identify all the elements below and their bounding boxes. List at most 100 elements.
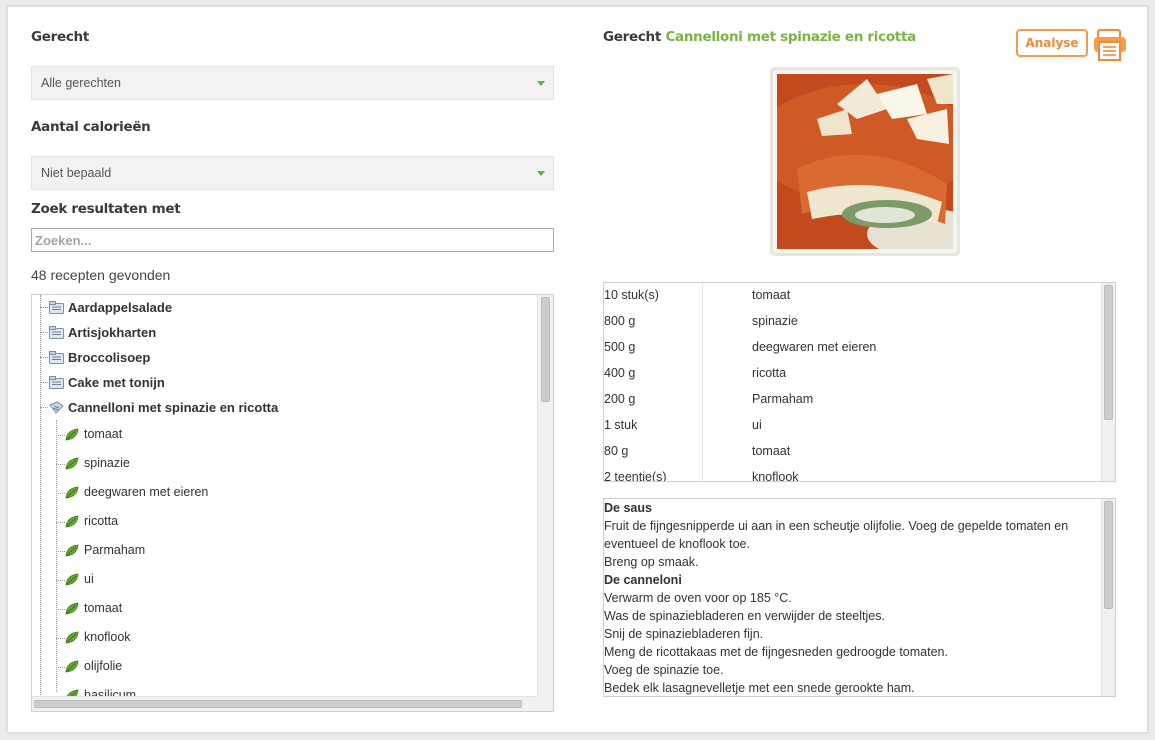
ingredient-row: 800 g spinazie: [604, 309, 1099, 335]
scrollbar-thumb[interactable]: [541, 297, 550, 402]
tree-node-ingredient[interactable]: knoflook: [32, 627, 532, 647]
ingredient-name: ui: [752, 418, 762, 432]
tree-node-ingredient[interactable]: tomaat: [32, 424, 532, 444]
tree-line: [56, 464, 65, 465]
tree-node-label: Parmaham: [84, 543, 146, 557]
tree-node-label: deegwaren met eieren: [84, 485, 209, 499]
ingredient-quantity: 1 stuk: [604, 418, 638, 432]
ingredient-name: knoflook: [752, 470, 799, 482]
tree-line: [56, 551, 65, 552]
tree-node-label: Artisjokharten: [68, 325, 157, 340]
ingredient-name: tomaat: [752, 288, 791, 302]
ingredient-row: 200 g Parmaham: [604, 387, 1099, 413]
tree-node-ingredient[interactable]: Parmaham: [32, 540, 532, 560]
dish-filter-label: Gerecht: [31, 29, 90, 45]
analyse-button[interactable]: Analyse: [1016, 29, 1088, 57]
chevron-down-icon: [537, 171, 545, 176]
tree-node-recipe[interactable]: Aardappelsalade: [32, 298, 532, 318]
ingredients-table[interactable]: 10 stuk(s) tomaat 800 g spinazie 500 g deegwa…: [603, 282, 1116, 482]
ingredient-row: 400 g ricotta: [604, 361, 1099, 387]
tree-node-label: Broccolisoep: [68, 350, 151, 365]
tree-node-recipe[interactable]: Cake met tonijn: [32, 373, 532, 393]
printer-icon[interactable]: [1093, 29, 1127, 61]
tree-node-label: knoflook: [84, 630, 131, 644]
tree-node-label: Aardappelsalade: [68, 300, 173, 315]
leaf-icon: [65, 544, 79, 557]
preparation-text[interactable]: De saus Fruit de fijngesnipperde ui aan i…: [603, 498, 1116, 697]
tree-node-label: Cannelloni met spinazie en ricotta: [68, 400, 279, 415]
tree-line: [40, 357, 48, 358]
ingredient-quantity: 2 teentje(s): [604, 470, 667, 482]
recipe-heading: Gerecht Cannelloni met spinazie en ricot…: [603, 29, 916, 45]
leaf-icon: [65, 631, 79, 644]
tree-line: [56, 609, 65, 610]
tree-line: [56, 435, 65, 436]
ingredient-quantity: 400 g: [604, 366, 636, 380]
preparation-step: Verwarm de oven voor op 185 °C.: [604, 591, 792, 605]
ingredient-row: 80 g tomaat: [604, 439, 1099, 465]
calories-select-value: Niet bepaald: [41, 166, 112, 180]
tree-node-recipe[interactable]: Broccolisoep: [32, 348, 532, 368]
ingredient-name: ricotta: [752, 366, 787, 380]
ingredient-quantity: 200 g: [604, 392, 636, 406]
tree-node-label: ricotta: [84, 514, 119, 528]
scrollbar-thumb[interactable]: [1104, 285, 1113, 420]
preparation-step: Was de spinaziebladeren en verwijder de …: [604, 609, 885, 623]
leaf-icon: [65, 660, 79, 673]
leaf-icon: [65, 457, 79, 470]
tree-node-ingredient[interactable]: spinazie: [32, 453, 532, 473]
ingredient-name: Parmaham: [752, 392, 814, 406]
search-input[interactable]: [31, 228, 554, 252]
tree-line: [56, 667, 65, 668]
tree-node-label: tomaat: [84, 601, 123, 615]
leaf-icon: [65, 428, 79, 441]
tree-node-ingredient[interactable]: tomaat: [32, 598, 532, 618]
leaf-icon: [65, 486, 79, 499]
dish-select-value: Alle gerechten: [41, 76, 121, 90]
tree-node-ingredient[interactable]: olijfolie: [32, 656, 532, 676]
scrollbar-corner: [537, 696, 553, 711]
tree-node-ingredient[interactable]: deegwaren met eieren: [32, 482, 532, 502]
preparation-step: Meng de ricottakaas met de fijngesneden …: [604, 645, 948, 659]
tree-node-recipe[interactable]: Cannelloni met spinazie en ricotta: [32, 398, 532, 418]
recipe-tree[interactable]: Aardappelsalade Artisjokharten Broccolisoe…: [31, 294, 554, 712]
tree-vertical-scrollbar[interactable]: [537, 295, 553, 698]
tree-node-ingredient[interactable]: ui: [32, 569, 532, 589]
tree-line: [40, 307, 48, 308]
dish-select[interactable]: Alle gerechten: [31, 66, 554, 100]
leaf-icon: [65, 573, 79, 586]
ingredient-name: spinazie: [752, 314, 798, 328]
calories-filter-label: Aantal calorieën: [31, 119, 151, 135]
tree-line: [40, 332, 48, 333]
preparation-scrollbar[interactable]: [1101, 499, 1115, 696]
recipe-heading-label: Gerecht: [603, 29, 662, 45]
ingredient-row: 10 stuk(s) tomaat: [604, 283, 1099, 309]
ingredient-quantity: 800 g: [604, 314, 636, 328]
preparation-step: Voeg de spinazie toe.: [604, 663, 724, 677]
folder-icon: [49, 301, 64, 314]
leaf-icon: [65, 602, 79, 615]
scrollbar-thumb[interactable]: [1104, 501, 1113, 609]
tree-node-recipe[interactable]: Artisjokharten: [32, 323, 532, 343]
ingredients-scrollbar[interactable]: [1101, 283, 1115, 481]
ingredient-row: 500 g deegwaren met eieren: [604, 335, 1099, 361]
tree-node-label: ui: [84, 572, 94, 586]
recipe-title: Cannelloni met spinazie en ricotta: [665, 29, 916, 45]
tree-line: [56, 638, 65, 639]
scrollbar-thumb[interactable]: [34, 700, 522, 708]
preparation-step: Fruit de fijngesnipperde ui aan in een s…: [604, 519, 1069, 551]
recipe-photo: [770, 67, 960, 256]
preparation-heading: De canneloni: [604, 573, 682, 587]
ingredient-quantity: 80 g: [604, 444, 629, 458]
preparation-heading: De saus: [604, 501, 652, 515]
folder-icon: [49, 326, 64, 339]
calories-select[interactable]: Niet bepaald: [31, 156, 554, 190]
tree-line: [56, 493, 65, 494]
ingredient-name: tomaat: [752, 444, 791, 458]
tree-node-ingredient[interactable]: ricotta: [32, 511, 532, 531]
tree-node-label: olijfolie: [84, 659, 123, 673]
tree-horizontal-scrollbar[interactable]: [32, 696, 539, 711]
tree-line: [56, 522, 65, 523]
chevron-down-icon: [537, 81, 545, 86]
ingredient-row: 1 stuk ui: [604, 413, 1099, 439]
